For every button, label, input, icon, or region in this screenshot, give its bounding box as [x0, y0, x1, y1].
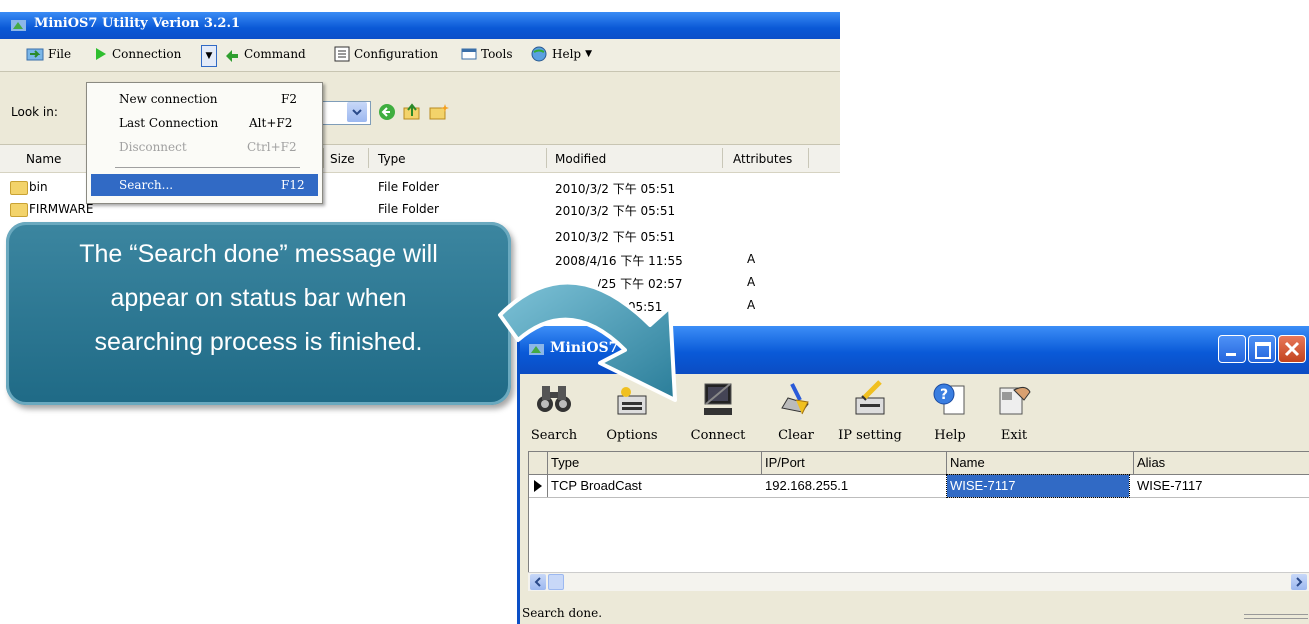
- menu-bar: File Connection ▼ Command Configuration …: [0, 39, 840, 72]
- col-divider[interactable]: [761, 452, 762, 474]
- col-size[interactable]: Size: [330, 152, 355, 166]
- look-in-dropdown-arrow[interactable]: [347, 102, 367, 122]
- help-globe-icon: [531, 46, 547, 62]
- col-modified[interactable]: Modified: [555, 152, 606, 166]
- row-pointer-icon: [534, 480, 542, 492]
- col-alias[interactable]: Alias: [1137, 455, 1165, 470]
- menu-configuration[interactable]: Configuration: [334, 46, 438, 62]
- connection-menu: New connection F2 Last Connection Alt+F2…: [86, 82, 323, 204]
- callout-arrow: [498, 280, 677, 402]
- device-grid-header: Type IP/Port Name Alias: [529, 452, 1309, 475]
- menu-separator: [115, 167, 300, 168]
- svg-text:?: ?: [940, 387, 948, 403]
- menu-file[interactable]: File: [26, 46, 71, 62]
- help-icon: ?: [933, 383, 965, 415]
- back-icon[interactable]: [378, 103, 396, 121]
- menu-item-disconnect[interactable]: Disconnect Ctrl+F2: [91, 136, 318, 158]
- selected-name-cell[interactable]: WISE-7117: [946, 474, 1130, 498]
- col-name[interactable]: Name: [950, 455, 985, 470]
- exit-icon: [999, 386, 1031, 415]
- play-icon: [96, 48, 106, 60]
- status-text: Search done.: [522, 606, 603, 620]
- menu-item-last-connection[interactable]: Last Connection Alt+F2: [91, 112, 318, 134]
- row-divider: [547, 475, 548, 497]
- col-divider[interactable]: [1133, 452, 1134, 474]
- minimize-icon: [1226, 353, 1236, 356]
- up-folder-icon[interactable]: [402, 102, 422, 122]
- configuration-icon: [334, 46, 350, 62]
- menu-connection[interactable]: Connection: [94, 46, 181, 62]
- connect-computer-icon: [704, 383, 732, 415]
- col-divider[interactable]: [808, 148, 809, 168]
- col-ip-port[interactable]: IP/Port: [765, 455, 805, 470]
- col-type[interactable]: Type: [551, 455, 579, 470]
- clear-tool-button[interactable]: Clear: [764, 378, 828, 448]
- menu-item-new-connection[interactable]: New connection F2: [91, 88, 318, 110]
- main-title-bar: MiniOS7 Utility Verion 3.2.1: [0, 12, 840, 39]
- col-attributes[interactable]: Attributes: [733, 152, 792, 166]
- callout-text: The “Search done” message will appear on…: [79, 240, 438, 356]
- device-row[interactable]: TCP BroadCast 192.168.255.1 WISE-7117 WI…: [529, 474, 1309, 498]
- broom-icon: [781, 383, 809, 415]
- ip-setting-tool-button[interactable]: IP setting: [838, 378, 902, 448]
- callout-box: The “Search done” message will appear on…: [6, 222, 511, 405]
- menu-item-search[interactable]: Search... F12: [91, 174, 318, 196]
- menu-command[interactable]: Command: [224, 46, 306, 62]
- maximize-button[interactable]: [1248, 335, 1276, 363]
- chevron-right-icon: [1296, 577, 1303, 587]
- folder-icon: [10, 181, 28, 195]
- menu-help[interactable]: Help ▼: [530, 46, 592, 62]
- new-folder-icon[interactable]: [428, 102, 450, 122]
- col-divider[interactable]: [946, 452, 947, 474]
- col-divider[interactable]: [722, 148, 723, 168]
- row-header-corner: [529, 452, 548, 474]
- close-icon: [1284, 341, 1300, 357]
- main-window-title: MiniOS7 Utility Verion 3.2.1: [34, 16, 241, 31]
- look-in-label: Look in:: [11, 105, 58, 119]
- size-grip[interactable]: [1244, 614, 1308, 615]
- horizontal-scrollbar[interactable]: [528, 572, 1309, 591]
- command-icon: [226, 50, 238, 62]
- scroll-thumb[interactable]: [548, 574, 564, 590]
- ip-setting-icon: [855, 380, 885, 415]
- col-divider[interactable]: [368, 148, 369, 168]
- device-grid: Type IP/Port Name Alias TCP BroadCast 19…: [528, 451, 1309, 591]
- tools-icon: [461, 48, 477, 60]
- col-type[interactable]: Type: [378, 152, 406, 166]
- help-tool-button[interactable]: ? Help: [918, 378, 982, 448]
- folder-icon: [10, 203, 28, 217]
- maximize-icon: [1255, 342, 1271, 359]
- size-grip[interactable]: [1244, 618, 1308, 619]
- connection-dropdown-arrow[interactable]: ▼: [201, 45, 217, 67]
- minimize-button[interactable]: [1218, 335, 1246, 363]
- scroll-left-button[interactable]: [530, 574, 546, 590]
- close-button[interactable]: [1278, 335, 1306, 363]
- scroll-right-button[interactable]: [1291, 574, 1307, 590]
- app-icon: [11, 20, 26, 31]
- col-divider[interactable]: [323, 148, 324, 168]
- status-bar: Search done.: [520, 604, 1309, 624]
- exit-tool-button[interactable]: Exit: [982, 378, 1046, 448]
- col-divider[interactable]: [546, 148, 547, 168]
- chevron-left-icon: [534, 577, 541, 587]
- menu-tools[interactable]: Tools: [461, 46, 513, 62]
- chevron-down-icon: [352, 109, 362, 116]
- col-name[interactable]: Name: [26, 152, 61, 166]
- folder-icon: [26, 48, 44, 61]
